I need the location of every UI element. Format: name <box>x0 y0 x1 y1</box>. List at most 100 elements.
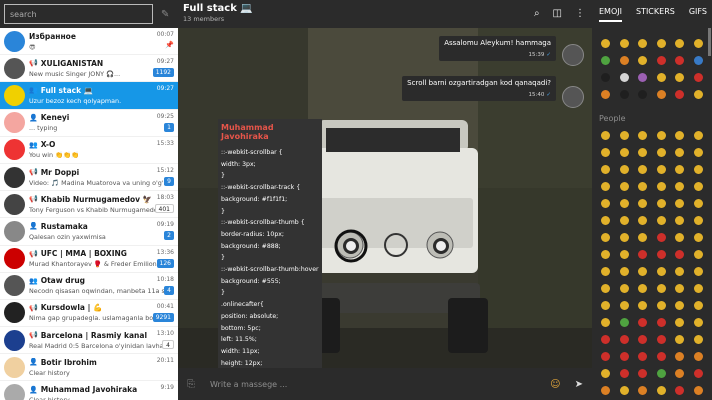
emoji-icon[interactable] <box>672 366 687 381</box>
emoji-icon[interactable] <box>654 230 669 245</box>
emoji-icon[interactable] <box>617 196 632 211</box>
emoji-icon[interactable] <box>691 332 706 347</box>
emoji-icon[interactable] <box>598 213 613 228</box>
emoji-icon[interactable] <box>654 179 669 194</box>
emoji-icon[interactable] <box>672 53 687 68</box>
emoji-icon[interactable] <box>672 247 687 262</box>
emoji-icon[interactable] <box>654 264 669 279</box>
emoji-icon[interactable] <box>654 349 669 364</box>
tab-emoji[interactable]: EMOJI <box>599 7 622 22</box>
emoji-icon[interactable] <box>654 213 669 228</box>
emoji-icon[interactable] <box>617 179 632 194</box>
emoji-icon[interactable] <box>598 247 613 262</box>
emoji-icon[interactable] <box>617 53 632 68</box>
emoji-icon[interactable] <box>598 383 613 398</box>
emoji-icon[interactable] <box>617 298 632 313</box>
emoji-icon[interactable] <box>691 179 706 194</box>
emoji-icon[interactable] <box>598 145 613 160</box>
emoji-icon[interactable] <box>598 315 613 330</box>
emoji-icon[interactable] <box>654 87 669 102</box>
emoji-icon[interactable] <box>672 315 687 330</box>
emoji-icon[interactable] <box>672 162 687 177</box>
emoji-icon[interactable] <box>617 383 632 398</box>
emoji-icon[interactable] <box>672 349 687 364</box>
avatar[interactable] <box>4 166 25 188</box>
search-input[interactable] <box>4 4 153 24</box>
emoji-icon[interactable] <box>672 70 687 85</box>
emoji-icon[interactable] <box>672 145 687 160</box>
emoji-icon[interactable] <box>635 36 650 51</box>
emoji-icon[interactable] <box>598 298 613 313</box>
emoji-icon[interactable] <box>672 281 687 296</box>
emoji-icon[interactable] <box>598 70 613 85</box>
emoji-icon[interactable] <box>635 315 650 330</box>
chat-list-item[interactable]: 📢 UFC | MMA | BOXING Murad Khantorayev 🥊 … <box>0 246 178 273</box>
emoji-icon[interactable] <box>635 264 650 279</box>
emoji-icon[interactable] <box>635 230 650 245</box>
chat-list-item[interactable]: 📢 Barcelona | Rasmiy kanal Real Madrid 0:… <box>0 327 178 355</box>
emoji-icon[interactable] <box>654 383 669 398</box>
emoji-icon[interactable] <box>617 332 632 347</box>
emoji-icon[interactable] <box>635 383 650 398</box>
avatar[interactable] <box>4 302 25 324</box>
menu-icon[interactable]: ⋮ <box>575 8 585 19</box>
avatar[interactable] <box>4 384 25 400</box>
incoming-code-message[interactable]: Muhammad Javohiraka ::-webkit-scrollbar … <box>218 119 322 368</box>
emoji-icon[interactable] <box>672 230 687 245</box>
emoji-icon[interactable] <box>654 366 669 381</box>
emoji-icon[interactable] <box>635 281 650 296</box>
message-input[interactable] <box>210 379 551 389</box>
emoji-icon[interactable] <box>635 349 650 364</box>
emoji-icon[interactable] <box>691 247 706 262</box>
emoji-icon[interactable] <box>672 332 687 347</box>
emoji-icon[interactable] <box>654 70 669 85</box>
emoji-icon[interactable] <box>598 349 613 364</box>
emoji-icon[interactable] <box>691 87 706 102</box>
emoji-icon[interactable] <box>598 87 613 102</box>
avatar[interactable] <box>4 193 25 215</box>
emoji-icon[interactable] <box>691 162 706 177</box>
emoji-icon[interactable] <box>672 383 687 398</box>
emoji-icon[interactable] <box>635 247 650 262</box>
chat-list-item[interactable]: 👤 Keneyi ... typing 09:25 1 <box>0 110 178 137</box>
emoji-icon[interactable] <box>672 128 687 143</box>
emoji-icon[interactable] <box>672 36 687 51</box>
emoji-icon[interactable] <box>598 53 613 68</box>
emoji-icon[interactable] <box>654 36 669 51</box>
tab-gifs[interactable]: GIFS <box>689 7 707 22</box>
chat-list-item[interactable]: Избранное 😎 00:07 📌 <box>0 28 178 56</box>
outgoing-message[interactable]: Scroll barni ozgartiradgan kod qanaqadi?… <box>402 76 556 101</box>
emoji-icon[interactable] <box>598 281 613 296</box>
chat-list-item[interactable]: 👥 X-O You win 👏👏👏 15:33 <box>0 137 178 164</box>
emoji-icon[interactable] <box>598 179 613 194</box>
chat-list-item[interactable]: 📢 XULIGANISTAN New music Singer JONY 🎧...… <box>0 55 178 83</box>
emoji-icon[interactable] <box>691 36 706 51</box>
emoji-icon[interactable] <box>598 36 613 51</box>
emoji-icon[interactable] <box>598 264 613 279</box>
avatar[interactable] <box>4 57 25 79</box>
chat-list-item[interactable]: 👤 Rustamaka Qalesan ozin yaxwimisa 09:19 2 <box>0 218 178 246</box>
emoji-icon[interactable] <box>635 87 650 102</box>
emoji-icon[interactable] <box>617 128 632 143</box>
tab-stickers[interactable]: STICKERS <box>636 7 675 22</box>
avatar[interactable] <box>4 329 25 351</box>
emoji-icon[interactable] <box>691 298 706 313</box>
emoji-icon[interactable] <box>598 366 613 381</box>
emoji-icon[interactable] <box>654 315 669 330</box>
emoji-icon[interactable] <box>672 179 687 194</box>
emoji-icon[interactable] <box>598 230 613 245</box>
avatar[interactable] <box>562 44 584 66</box>
emoji-icon[interactable] <box>654 145 669 160</box>
emoji-icon[interactable] <box>617 366 632 381</box>
avatar[interactable] <box>4 84 25 106</box>
emoji-icon[interactable] <box>635 332 650 347</box>
columns-icon[interactable]: ◫ <box>553 8 562 19</box>
emoji-icon[interactable] <box>691 264 706 279</box>
chat-list-item[interactable]: 👤Muhammad Javohiraka Clear history 9:19 <box>0 381 178 400</box>
emoji-icon[interactable] <box>635 196 650 211</box>
chat-list-item[interactable]: 👥 Otaw drug Necodn qisasan oqwindan, manb… <box>0 273 178 300</box>
emoji-icon[interactable] <box>691 315 706 330</box>
chat-list-item[interactable]: 👥 Full stack 💻 Uzur bezoz kech qolyapman.… <box>0 82 178 110</box>
emoji-icon[interactable] <box>654 332 669 347</box>
emoji-icon[interactable] <box>654 298 669 313</box>
